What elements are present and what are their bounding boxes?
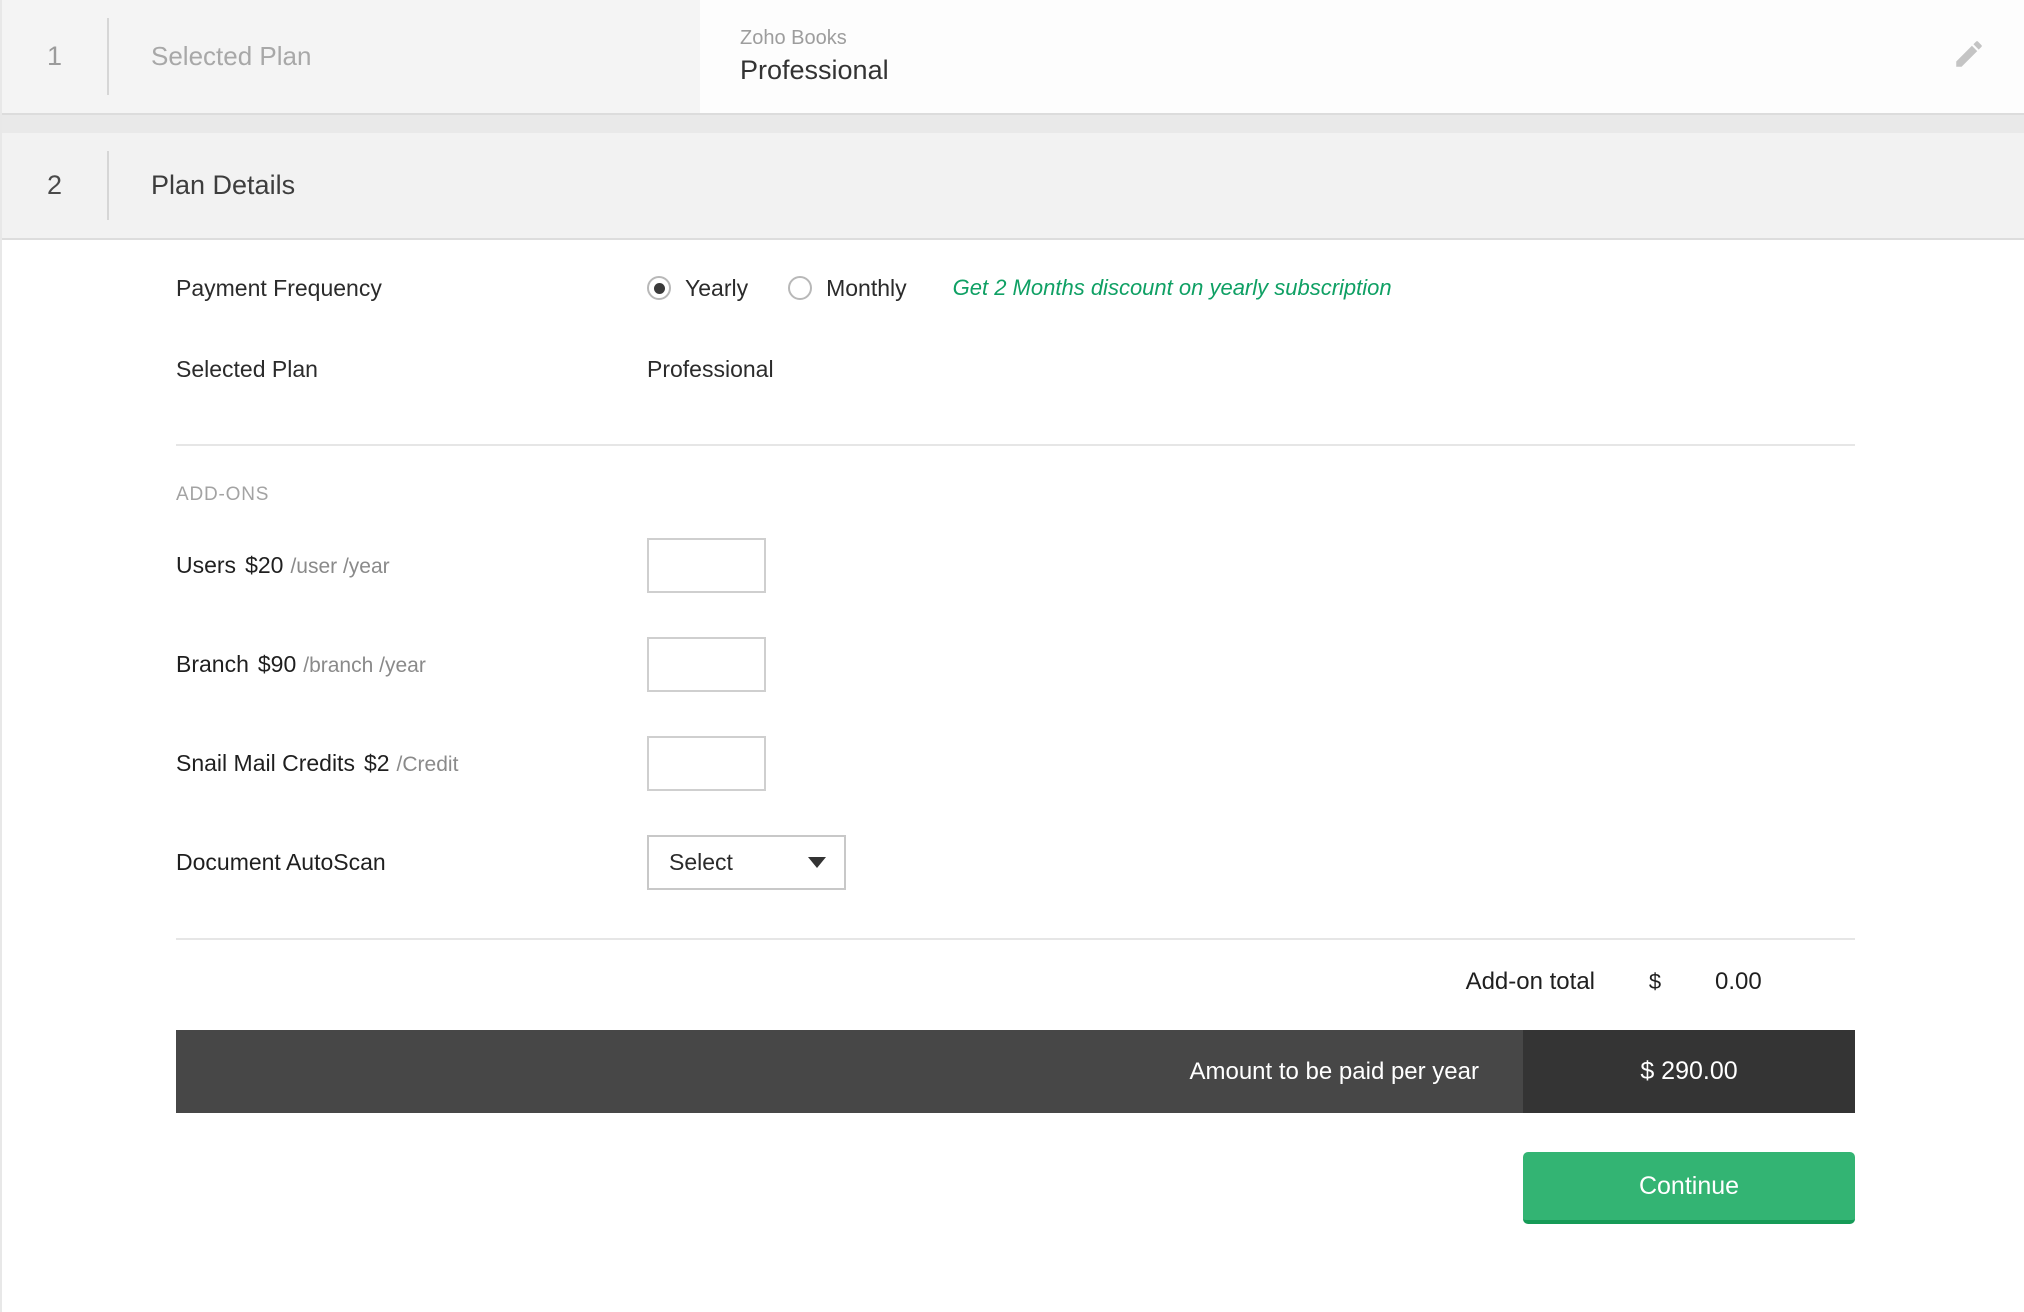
selected-plan-value-col: Professional $ 290.00 xyxy=(647,356,2024,383)
addon-row-branch: Branch $90/branch /year xyxy=(2,625,2024,704)
addon-users-label: Users $20/user /year xyxy=(2,552,647,579)
addon-branch-price: $90 xyxy=(257,651,297,677)
step-2-number: 2 xyxy=(46,170,63,200)
continue-button[interactable]: Continue xyxy=(1523,1152,1855,1224)
payment-frequency-label: Payment Frequency xyxy=(176,274,382,301)
addon-snail-mail-unit: /Credit xyxy=(396,753,459,776)
addon-branch-name: Branch xyxy=(176,651,249,677)
addons-heading: ADD-ONS xyxy=(176,484,270,505)
selected-plan-row: Selected Plan Professional $ 290.00 xyxy=(2,336,2024,402)
payment-frequency-options: Yearly Monthly Get 2 Months discount on … xyxy=(647,275,2024,302)
addon-snail-mail-label: Snail Mail Credits $2/Credit xyxy=(2,750,647,777)
step-1-title: Selected Plan xyxy=(151,41,312,71)
selected-plan-value: Professional xyxy=(647,355,774,382)
amount-payable-bar: Amount to be paid per year $ 290.00 xyxy=(176,1030,1855,1113)
addon-row-document-autoscan: Document AutoScan Select xyxy=(2,823,2024,902)
payment-frequency-row: Payment Frequency Yearly Monthly Get 2 M… xyxy=(2,240,2024,336)
addon-users-price: $20 xyxy=(245,552,284,578)
addon-total-row: Add-on total $ 0.00 xyxy=(2,940,2024,1024)
step-plan-details: 2 Plan Details xyxy=(2,133,2024,240)
actions-row: Continue xyxy=(2,1113,2024,1224)
addon-branch-quantity-input[interactable] xyxy=(647,637,766,692)
addon-total-value: 0.00 xyxy=(1715,968,1762,995)
radio-option-yearly[interactable]: Yearly xyxy=(647,275,748,302)
radio-monthly-label: Monthly xyxy=(826,274,907,301)
addon-row-users: Users $20/user /year xyxy=(2,526,2024,605)
addon-total-label: Add-on total xyxy=(1465,968,1595,995)
plan-product-name: Zoho Books xyxy=(740,26,847,49)
subscription-plan-page: 1 Selected Plan Zoho Books Professional … xyxy=(0,0,2024,1312)
addon-branch-label: Branch $90/branch /year xyxy=(2,651,647,678)
addon-row-snail-mail-credits: Snail Mail Credits $2/Credit xyxy=(2,724,2024,803)
selected-plan-label: Selected Plan xyxy=(176,355,318,382)
addon-autoscan-selected-value: Select xyxy=(669,849,733,875)
radio-yearly-icon[interactable] xyxy=(647,276,671,300)
edit-plan-button[interactable] xyxy=(1952,0,1986,113)
chevron-down-icon xyxy=(808,857,826,868)
radio-yearly-label: Yearly xyxy=(685,274,749,301)
pencil-icon xyxy=(1952,37,1986,76)
addon-users-quantity-input[interactable] xyxy=(647,538,766,593)
addon-users-name: Users xyxy=(176,552,237,578)
selected-plan-summary: Zoho Books Professional xyxy=(700,0,2024,113)
addon-autoscan-select[interactable]: Select xyxy=(647,835,846,890)
payment-frequency-label-col: Payment Frequency xyxy=(2,275,647,302)
amount-payable-label: Amount to be paid per year xyxy=(176,1030,1523,1113)
amount-payable-value: $ 290.00 xyxy=(1523,1030,1855,1113)
step-selected-plan[interactable]: 1 Selected Plan Zoho Books Professional xyxy=(2,0,2024,115)
selected-plan-label-col: Selected Plan xyxy=(2,356,647,383)
plan-tier-name: Professional xyxy=(740,54,889,85)
step-1-number: 1 xyxy=(46,41,63,71)
addon-snail-mail-name: Snail Mail Credits xyxy=(176,750,355,776)
step-separator xyxy=(2,115,2024,133)
radio-selected-dot xyxy=(653,282,665,294)
yearly-discount-note: Get 2 Months discount on yearly subscrip… xyxy=(952,275,1392,300)
addon-users-unit: /user /year xyxy=(290,555,390,578)
addon-snail-mail-quantity-input[interactable] xyxy=(647,736,766,791)
addon-total-currency: $ xyxy=(1648,969,1662,994)
radio-option-monthly[interactable]: Monthly xyxy=(788,275,907,302)
addon-branch-unit: /branch /year xyxy=(303,654,426,677)
radio-monthly-icon[interactable] xyxy=(788,276,813,300)
addon-autoscan-label: Document AutoScan xyxy=(2,849,647,876)
plan-details-body: Payment Frequency Yearly Monthly Get 2 M… xyxy=(2,240,2024,1224)
step-2-title: Plan Details xyxy=(151,170,296,200)
addon-autoscan-name: Document AutoScan xyxy=(176,849,386,875)
addon-snail-mail-price: $2 xyxy=(363,750,390,776)
